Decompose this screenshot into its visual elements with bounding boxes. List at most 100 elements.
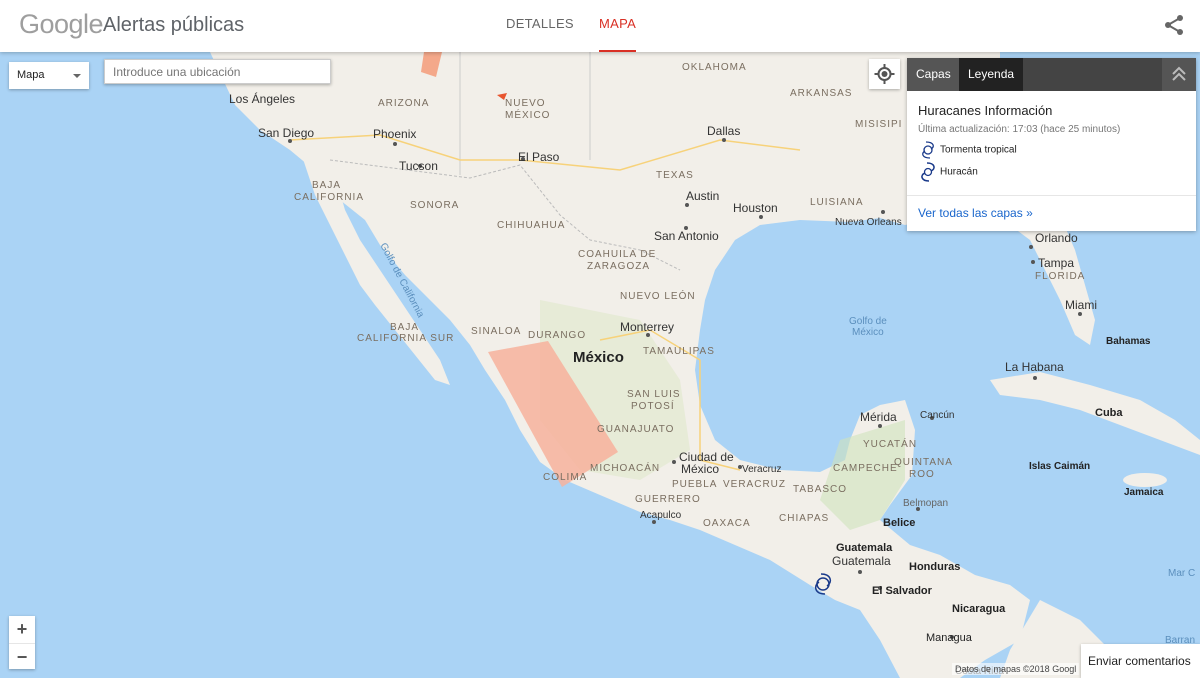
svg-text:Houston: Houston [733,201,778,215]
hurricane-icon [921,162,935,182]
app-header: Google Alertas públicas DETALLES MAPA [0,0,1200,52]
my-location-button[interactable] [869,59,900,89]
svg-text:DURANGO: DURANGO [528,330,586,341]
svg-text:Guatemala: Guatemala [832,554,891,568]
svg-text:San Antonio: San Antonio [654,229,719,243]
svg-text:GUERRERO: GUERRERO [635,494,701,505]
legend-item-label: Tormenta tropical [940,144,1017,156]
svg-text:PUEBLA: PUEBLA [672,479,717,490]
svg-text:México: México [852,327,884,338]
svg-text:Los Ángeles: Los Ángeles [229,91,295,106]
legend-item-label: Huracán [940,166,978,178]
svg-text:México: México [573,349,624,366]
svg-text:México: México [681,462,719,476]
my-location-icon [874,64,895,84]
svg-text:Managua: Managua [926,632,973,644]
svg-text:POTOSÍ: POTOSÍ [631,399,675,412]
zoom-out-button[interactable]: − [9,643,35,669]
view-all-layers-link[interactable]: Ver todas las capas » [918,206,1033,220]
svg-text:VERACRUZ: VERACRUZ [723,479,786,490]
tab-capas[interactable]: Capas [907,58,960,91]
svg-text:Monterrey: Monterrey [620,320,674,334]
zoom-control: + − [9,616,35,669]
legend-title: Huracanes Información [918,103,1053,118]
svg-text:Phoenix: Phoenix [373,127,416,141]
svg-text:OAXACA: OAXACA [703,518,751,529]
panel-divider [907,195,1196,196]
svg-text:El Salvador: El Salvador [872,585,933,597]
svg-text:CHIAPAS: CHIAPAS [779,513,829,524]
svg-text:SAN LUIS: SAN LUIS [627,389,681,400]
region-arizona: ARIZONA [378,98,429,109]
svg-text:La Habana: La Habana [1005,360,1064,374]
svg-text:Cuba: Cuba [1095,407,1123,419]
svg-text:TEXAS: TEXAS [656,170,694,181]
svg-text:QUINTANA: QUINTANA [894,457,953,468]
svg-text:FLORIDA: FLORIDA [1035,271,1085,282]
svg-text:TAMAULIPAS: TAMAULIPAS [643,346,715,357]
svg-text:BAJA: BAJA [390,322,419,333]
svg-text:Tampa: Tampa [1038,256,1074,270]
tab-detalles[interactable]: DETALLES [506,0,574,52]
svg-text:Belice: Belice [883,517,915,529]
svg-text:YUCATÁN: YUCATÁN [863,437,917,450]
send-feedback-button[interactable]: Enviar comentarios [1081,644,1200,678]
svg-text:Belmopan: Belmopan [903,498,948,509]
svg-text:NUEVO: NUEVO [505,98,546,109]
chevron-up-double-icon [1172,66,1186,81]
svg-text:SONORA: SONORA [410,200,459,211]
svg-text:Cancún: Cancún [920,410,954,421]
svg-text:CAMPECHE: CAMPECHE [833,463,898,474]
collapse-panel-button[interactable] [1162,58,1196,91]
svg-text:BAJA: BAJA [312,180,341,191]
svg-text:Acapulco: Acapulco [640,510,682,521]
map-type-selector[interactable]: Mapa [9,62,89,89]
svg-text:MÉXICO: MÉXICO [505,108,550,121]
legend-item-tropical-storm: Tormenta tropical [920,141,1017,159]
map-type-label: Mapa [17,69,45,81]
svg-text:Nueva Orleans: Nueva Orleans [835,217,902,228]
svg-text:El Paso: El Paso [518,150,560,164]
svg-text:Bahamas: Bahamas [1106,336,1151,347]
svg-text:Veracruz: Veracruz [742,464,781,475]
zoom-in-button[interactable]: + [9,616,35,642]
svg-text:ZARAGOZA: ZARAGOZA [587,261,650,272]
svg-text:San Diego: San Diego [258,126,314,140]
panel-tabs: Capas Leyenda [907,58,1196,91]
share-icon[interactable] [1162,13,1186,37]
svg-text:Miami: Miami [1065,298,1097,312]
svg-text:ARKANSAS: ARKANSAS [790,88,852,99]
svg-text:CALIFORNIA SUR: CALIFORNIA SUR [357,333,454,344]
google-logo[interactable]: Google [19,9,104,40]
layers-legend-panel: Capas Leyenda Huracanes Información Últi… [907,58,1196,231]
svg-text:NUEVO LEÓN: NUEVO LEÓN [620,289,696,302]
svg-text:Honduras: Honduras [909,561,960,573]
tab-leyenda[interactable]: Leyenda [959,58,1024,91]
svg-text:SINALOA: SINALOA [471,326,521,337]
svg-text:Nicaragua: Nicaragua [952,603,1006,615]
region-oklahoma: OKLAHOMA [682,62,747,73]
svg-text:Mérida: Mérida [860,410,897,424]
map-attribution[interactable]: Datos de mapas ©2018 Googl [952,663,1080,675]
svg-text:CALIFORNIA: CALIFORNIA [294,192,364,203]
svg-text:MISISIPI: MISISIPI [855,119,902,130]
svg-text:Orlando: Orlando [1035,231,1078,245]
svg-text:ROO: ROO [909,469,935,480]
legend-last-update: Última actualización: 17:03 (hace 25 min… [918,124,1121,135]
app-title: Alertas públicas [103,14,245,36]
svg-text:Austin: Austin [686,189,719,203]
svg-text:Mar C: Mar C [1168,568,1195,579]
svg-text:GUANAJUATO: GUANAJUATO [597,424,674,435]
location-search-input[interactable] [104,59,331,84]
svg-text:Guatemala: Guatemala [836,542,893,554]
chevron-down-icon [73,74,81,78]
tab-mapa[interactable]: MAPA [599,0,637,52]
svg-text:Jamaica: Jamaica [1124,487,1164,498]
svg-text:COLIMA: COLIMA [543,472,587,483]
tropical-storm-icon [922,141,934,159]
legend-item-hurricane: Huracán [920,162,978,182]
svg-text:Islas Caimán: Islas Caimán [1029,461,1090,472]
svg-text:Golfo de: Golfo de [849,316,887,327]
svg-text:Tucson: Tucson [399,159,438,173]
svg-text:COAHUILA DE: COAHUILA DE [578,249,656,260]
